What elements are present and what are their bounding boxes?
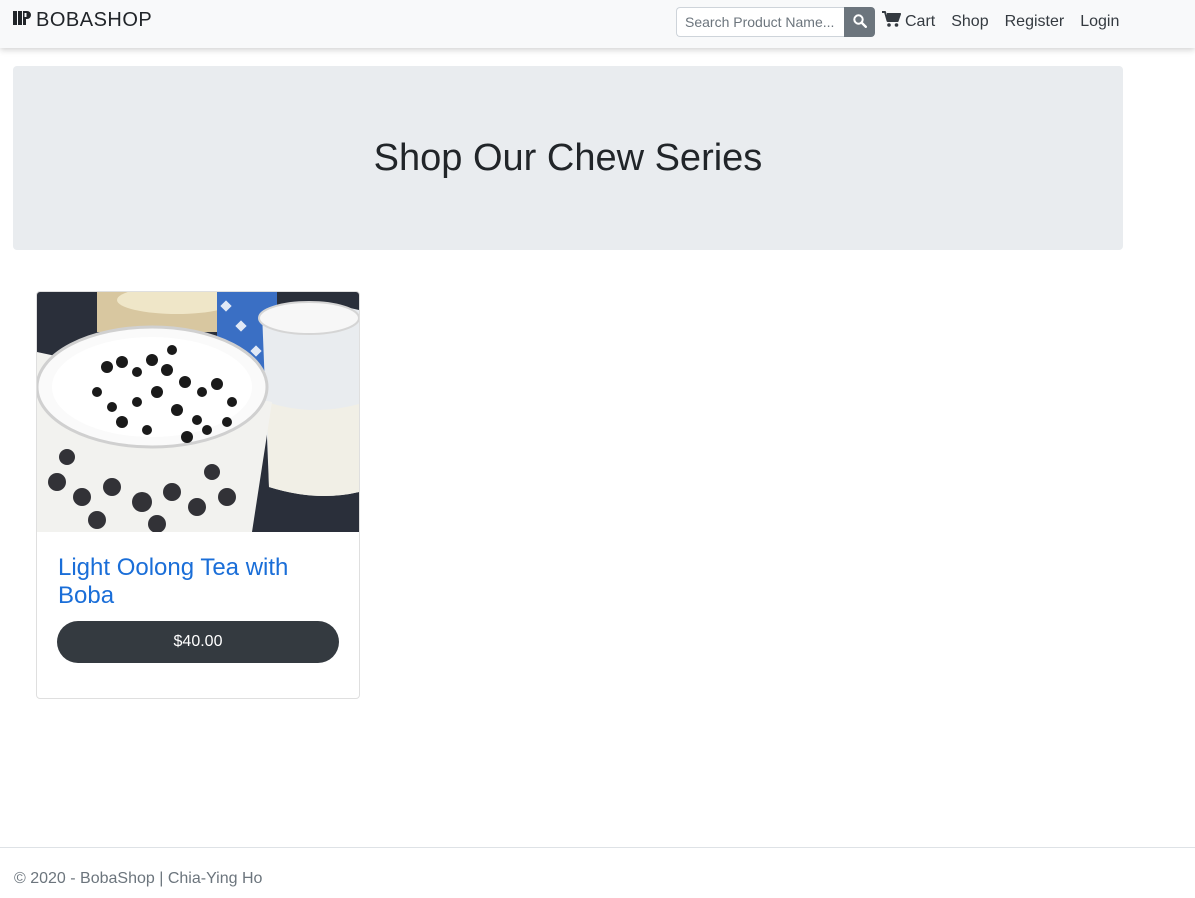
nav-login-link[interactable]: Login bbox=[1080, 13, 1119, 31]
nav-cart-label: Cart bbox=[905, 13, 936, 30]
hero-banner: Shop Our Chew Series bbox=[13, 66, 1123, 250]
navbar: BOBASHOP Cart Shop bbox=[0, 0, 1195, 48]
product-card: Light Oolong Tea with Boba $40.00 bbox=[36, 291, 360, 699]
page-title: Shop Our Chew Series bbox=[373, 136, 763, 179]
boba-cup-icon bbox=[13, 10, 31, 31]
search-form bbox=[676, 7, 875, 37]
nav-links: Cart Shop Register Login bbox=[882, 11, 1119, 33]
brand-link[interactable]: BOBASHOP bbox=[13, 9, 152, 32]
nav-cart-link[interactable]: Cart bbox=[882, 11, 935, 33]
brand-name: BOBASHOP bbox=[36, 9, 153, 31]
search-button[interactable] bbox=[844, 7, 875, 37]
search-icon bbox=[852, 13, 867, 31]
nav-shop-link[interactable]: Shop bbox=[951, 13, 988, 31]
product-image[interactable] bbox=[37, 292, 359, 532]
search-input[interactable] bbox=[676, 7, 844, 37]
price-button[interactable]: $40.00 bbox=[57, 621, 339, 663]
nav-register-link[interactable]: Register bbox=[1005, 13, 1065, 31]
footer-copyright: © 2020 - BobaShop | Chia-Ying Ho bbox=[14, 870, 263, 887]
footer: © 2020 - BobaShop | Chia-Ying Ho bbox=[0, 847, 1195, 898]
shopping-cart-icon bbox=[882, 11, 901, 33]
product-title[interactable]: Light Oolong Tea with Boba bbox=[58, 554, 348, 610]
